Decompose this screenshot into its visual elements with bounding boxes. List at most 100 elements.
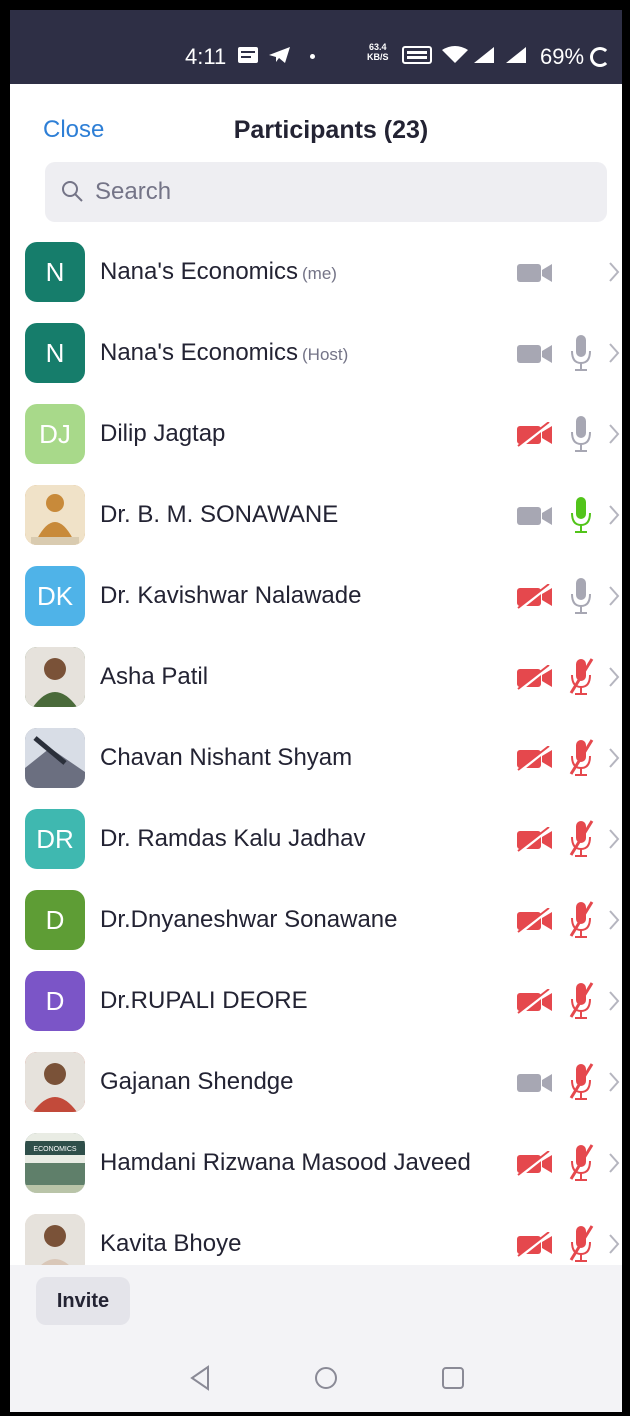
- participant-row[interactable]: N Nana's Economics (Host): [10, 313, 622, 394]
- battery-level: 69%: [540, 44, 585, 69]
- participant-row[interactable]: DK Dr. Kavishwar Nalawade: [10, 556, 622, 637]
- participant-row[interactable]: D Dr.RUPALI DEORE: [10, 961, 622, 1042]
- participant-row[interactable]: D Dr.Dnyaneshwar Sonawane: [10, 880, 622, 961]
- mic-icon[interactable]: [568, 414, 594, 454]
- home-icon[interactable]: [311, 1363, 341, 1393]
- avatar: [25, 485, 85, 545]
- avatar-photo: [25, 1052, 85, 1112]
- video-off-icon[interactable]: [516, 827, 554, 853]
- avatar: D: [25, 890, 85, 950]
- avatar: DJ: [25, 404, 85, 464]
- participant-name: Gajanan Shendge: [100, 1068, 294, 1096]
- chevron-right-icon[interactable]: [608, 503, 620, 527]
- participant-name-text: Hamdani Rizwana Masood Javeed: [100, 1149, 471, 1176]
- chevron-right-icon[interactable]: [608, 341, 620, 365]
- zoom-participants-screen: 4:11 63.4 KB/S 69% Close Participants (2…: [10, 10, 622, 1412]
- participant-name: Dr. B. M. SONAWANE: [100, 501, 338, 529]
- invite-button[interactable]: Invite: [36, 1277, 130, 1325]
- mic-muted-icon[interactable]: [568, 657, 594, 697]
- participant-name: Dr. Ramdas Kalu Jadhav: [100, 825, 365, 853]
- video-on-icon[interactable]: [516, 1070, 554, 1096]
- search-box[interactable]: [45, 162, 607, 222]
- participant-row[interactable]: ECONOMICS Hamdani Rizwana Masood Javeed: [10, 1123, 622, 1204]
- participant-name-text: Gajanan Shendge: [100, 1068, 294, 1095]
- video-off-icon[interactable]: [516, 908, 554, 934]
- video-on-icon[interactable]: [516, 341, 554, 367]
- search-icon: [62, 181, 83, 202]
- avatar: ECONOMICS: [25, 1133, 85, 1193]
- participant-name: Nana's Economics (Host): [100, 339, 348, 367]
- page-title: Participants (23): [10, 116, 622, 145]
- participant-name: Dr. Kavishwar Nalawade: [100, 582, 361, 610]
- message-icon: [238, 47, 258, 63]
- chevron-right-icon[interactable]: [608, 1070, 620, 1094]
- participant-role-tag: (me): [302, 264, 337, 283]
- participant-row[interactable]: Dr. B. M. SONAWANE: [10, 475, 622, 556]
- participant-row[interactable]: DR Dr. Ramdas Kalu Jadhav: [10, 799, 622, 880]
- mic-icon[interactable]: [568, 576, 594, 616]
- video-off-icon[interactable]: [516, 989, 554, 1015]
- chevron-right-icon[interactable]: [608, 260, 620, 284]
- volte-icon: [402, 46, 432, 64]
- chevron-right-icon[interactable]: [608, 422, 620, 446]
- video-off-icon[interactable]: [516, 584, 554, 610]
- mic-muted-icon[interactable]: [568, 738, 594, 778]
- avatar: N: [25, 323, 85, 383]
- video-off-icon[interactable]: [516, 1151, 554, 1177]
- mic-muted-icon[interactable]: [568, 1143, 594, 1183]
- avatar: [25, 647, 85, 707]
- participant-row[interactable]: Gajanan Shendge: [10, 1042, 622, 1123]
- chevron-right-icon[interactable]: [608, 746, 620, 770]
- video-off-icon[interactable]: [516, 746, 554, 772]
- mic-muted-icon[interactable]: [568, 981, 594, 1021]
- participant-row[interactable]: N Nana's Economics (me): [10, 232, 622, 313]
- participants-list: N Nana's Economics (me) N Nana's Economics (H…: [10, 232, 622, 1285]
- avatar: [25, 1052, 85, 1112]
- video-on-icon[interactable]: [516, 503, 554, 529]
- mic-muted-icon[interactable]: [568, 1062, 594, 1102]
- network-speed: 63.4 KB/S: [367, 42, 389, 62]
- chevron-right-icon[interactable]: [608, 827, 620, 851]
- participant-name: Hamdani Rizwana Masood Javeed: [100, 1149, 471, 1177]
- chevron-right-icon[interactable]: [608, 908, 620, 932]
- avatar: [25, 728, 85, 788]
- video-off-icon[interactable]: [516, 665, 554, 691]
- participant-row[interactable]: Asha Patil: [10, 637, 622, 718]
- participant-row[interactable]: Chavan Nishant Shyam: [10, 718, 622, 799]
- participant-name-text: Dr. Kavishwar Nalawade: [100, 582, 362, 609]
- participants-header: Close Participants (23): [10, 84, 622, 164]
- chevron-right-icon[interactable]: [608, 584, 620, 608]
- participant-row[interactable]: DJ Dilip Jagtap: [10, 394, 622, 475]
- avatar: DR: [25, 809, 85, 869]
- avatar: D: [25, 971, 85, 1031]
- participant-name: Asha Patil: [100, 663, 208, 691]
- video-on-icon[interactable]: [516, 260, 554, 286]
- mic-muted-icon[interactable]: [568, 900, 594, 940]
- chevron-right-icon[interactable]: [608, 1151, 620, 1175]
- mic-muted-icon[interactable]: [568, 1224, 594, 1264]
- video-off-icon[interactable]: [516, 1232, 554, 1258]
- participant-name: Dr.Dnyaneshwar Sonawane: [100, 906, 398, 934]
- mic-muted-icon[interactable]: [568, 819, 594, 859]
- chevron-right-icon[interactable]: [608, 665, 620, 689]
- participant-name-text: Chavan Nishant Shyam: [100, 744, 353, 771]
- recents-icon[interactable]: [438, 1363, 468, 1393]
- participant-name-text: Asha Patil: [100, 663, 209, 690]
- chevron-right-icon[interactable]: [608, 989, 620, 1013]
- chevron-right-icon[interactable]: [608, 1232, 620, 1256]
- search-input[interactable]: [95, 174, 575, 210]
- back-icon[interactable]: [186, 1363, 216, 1393]
- participant-name: Dilip Jagtap: [100, 420, 225, 448]
- avatar-photo: ECONOMICS: [25, 1133, 85, 1193]
- participant-name: Chavan Nishant Shyam: [100, 744, 352, 772]
- mic-icon[interactable]: [568, 333, 594, 373]
- participant-name-text: Kavita Bhoye: [100, 1230, 242, 1257]
- bottom-bar: Invite: [10, 1265, 622, 1345]
- network-speed-unit: KB/S: [367, 52, 389, 62]
- signal-icon: [506, 47, 526, 63]
- video-off-icon[interactable]: [516, 422, 554, 448]
- page-title-text: Participants (23): [233, 116, 429, 144]
- mic-speaking-icon[interactable]: [568, 495, 594, 535]
- participant-name-text: Dr.RUPALI DEORE: [100, 987, 308, 1014]
- participant-name: Nana's Economics (me): [100, 258, 337, 286]
